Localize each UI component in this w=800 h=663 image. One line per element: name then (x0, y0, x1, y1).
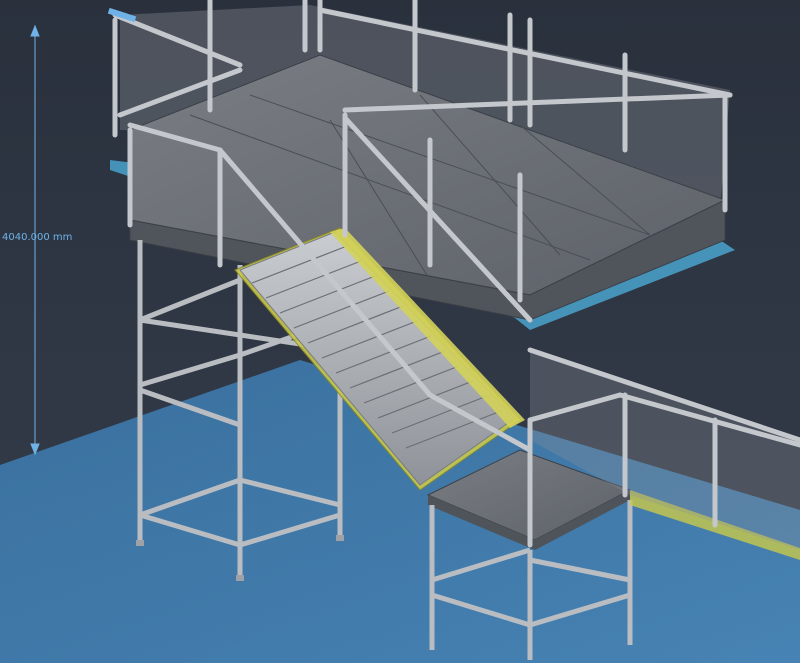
cad-3d-viewport[interactable]: 4040.000 mm (0, 0, 800, 663)
stair-platform-model[interactable] (0, 0, 800, 663)
dimension-label: 4040.000 mm (2, 232, 73, 243)
